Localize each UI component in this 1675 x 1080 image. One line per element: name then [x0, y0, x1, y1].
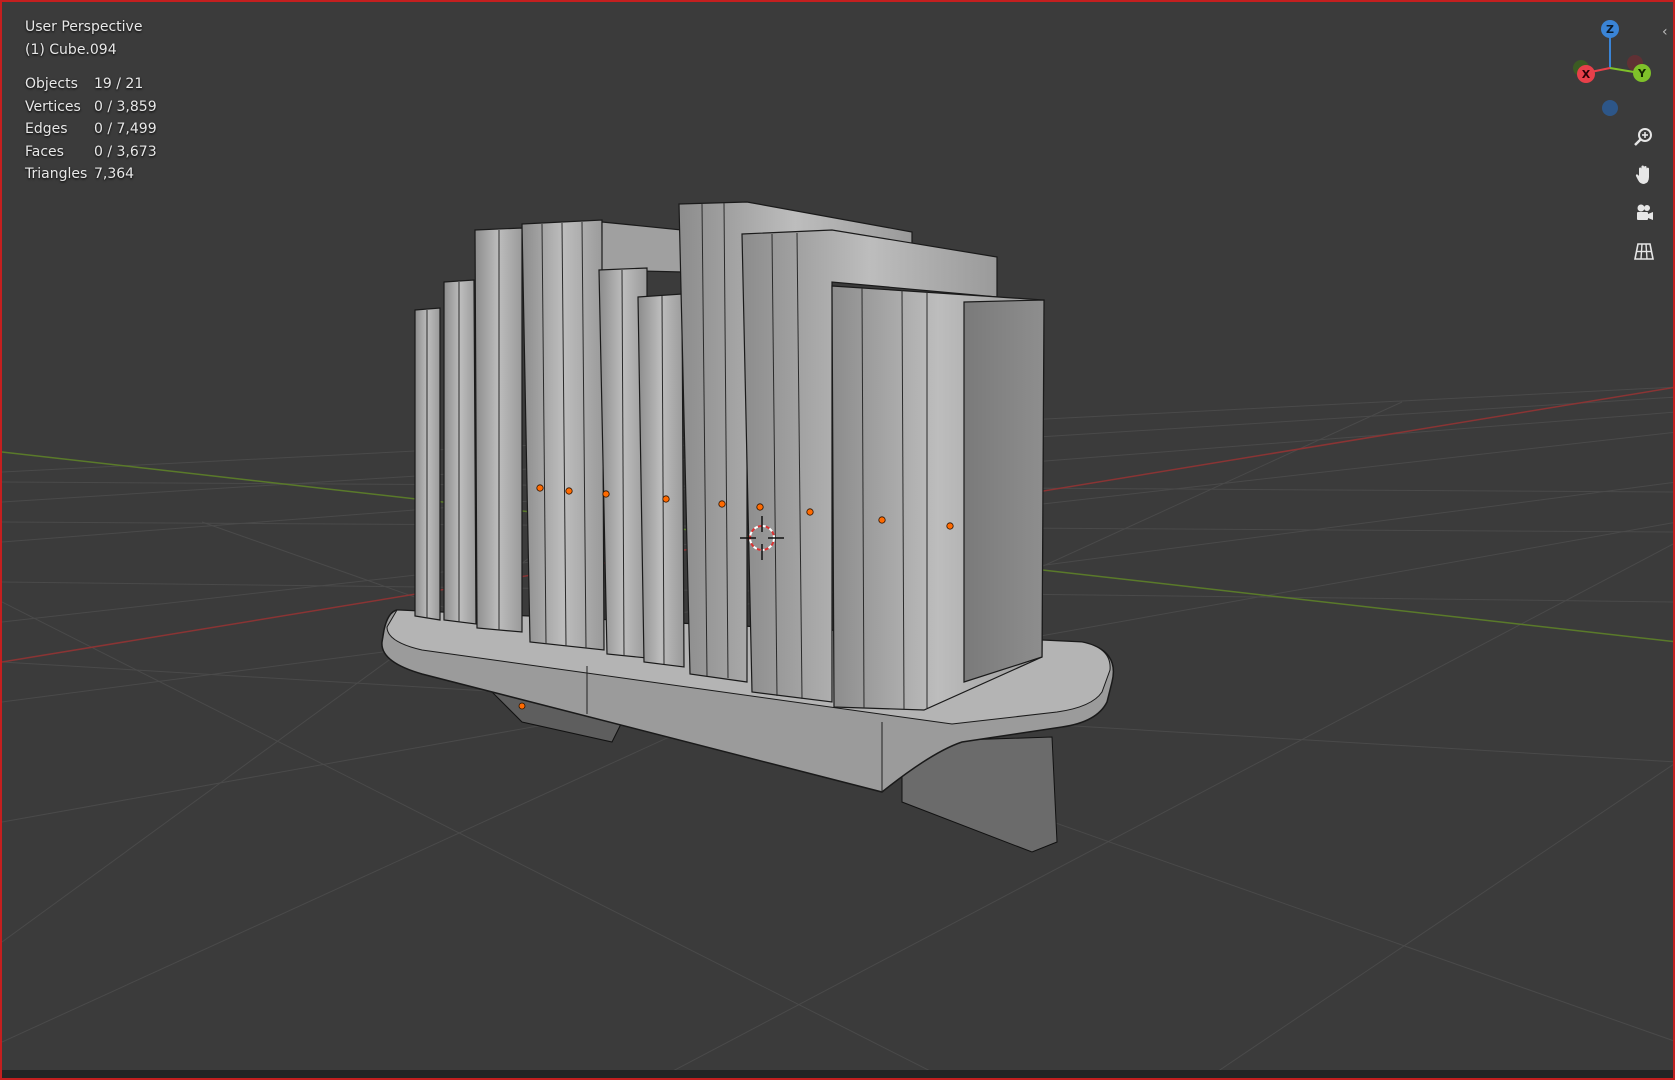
origin-dot — [946, 522, 954, 530]
camera-view-button[interactable] — [1626, 195, 1662, 231]
stat-row: Edges 0 / 7,499 — [25, 118, 157, 141]
stat-label: Triangles — [25, 166, 88, 182]
scene-statistics: Objects 19 / 21 Vertices 0 / 3,859 Edges… — [25, 73, 157, 186]
x-axis-label: X — [1582, 68, 1591, 81]
origin-dot — [718, 500, 726, 508]
stat-row: Objects 19 / 21 — [25, 73, 157, 96]
pan-button[interactable] — [1626, 157, 1662, 193]
navigation-gizmo[interactable]: Z Y X — [1562, 18, 1652, 128]
stat-value: 0 / 7,499 — [94, 121, 157, 137]
active-object-name: (1) Cube.094 — [25, 41, 117, 58]
scene-canvas[interactable] — [2, 2, 1675, 1080]
zoom-button[interactable] — [1626, 119, 1662, 155]
collapse-sidebar-icon[interactable]: ‹ — [1662, 24, 1668, 40]
origin-dot — [878, 516, 886, 524]
stat-label: Vertices — [25, 98, 81, 115]
stat-row: Triangles 7,364 — [25, 163, 157, 186]
origin-dot — [518, 702, 526, 710]
zoom-icon — [1634, 128, 1652, 146]
bottom-bar — [2, 1070, 1673, 1078]
stat-value: 7,364 — [94, 166, 135, 182]
hand-pan-icon — [1635, 165, 1649, 184]
stat-label: Faces — [25, 143, 64, 160]
stat-label: Objects — [25, 76, 78, 92]
viewport-info-overlay: User Perspective (1) Cube.094 Objects 19… — [25, 16, 157, 186]
stat-row: Vertices 0 / 3,859 — [25, 96, 157, 119]
z-axis-handle[interactable]: Z — [1601, 20, 1619, 38]
y-axis-label: Y — [1637, 67, 1647, 80]
stat-value: 0 / 3,859 — [94, 98, 157, 115]
grid-ortho-icon — [1634, 243, 1654, 260]
x-axis-handle[interactable]: X — [1577, 65, 1595, 83]
z-axis-label: Z — [1606, 23, 1614, 36]
stat-value: 19 / 21 — [94, 76, 144, 92]
stat-label: Edges — [25, 121, 68, 137]
neg-z-axis-handle[interactable] — [1602, 100, 1618, 116]
origin-dot — [806, 508, 814, 516]
origin-dot — [536, 484, 544, 492]
camera-icon — [1637, 204, 1653, 220]
stat-row: Faces 0 / 3,673 — [25, 141, 157, 164]
origin-dot — [602, 490, 610, 498]
view-name: User Perspective — [25, 19, 143, 35]
origin-dot — [662, 495, 670, 503]
origin-dot — [565, 487, 573, 495]
3d-viewport[interactable]: User Perspective (1) Cube.094 Objects 19… — [0, 0, 1675, 1080]
toggle-ortho-button[interactable] — [1626, 233, 1662, 269]
stat-value: 0 / 3,673 — [94, 143, 157, 160]
y-axis-handle[interactable]: Y — [1633, 64, 1651, 82]
origin-dot — [756, 503, 764, 511]
